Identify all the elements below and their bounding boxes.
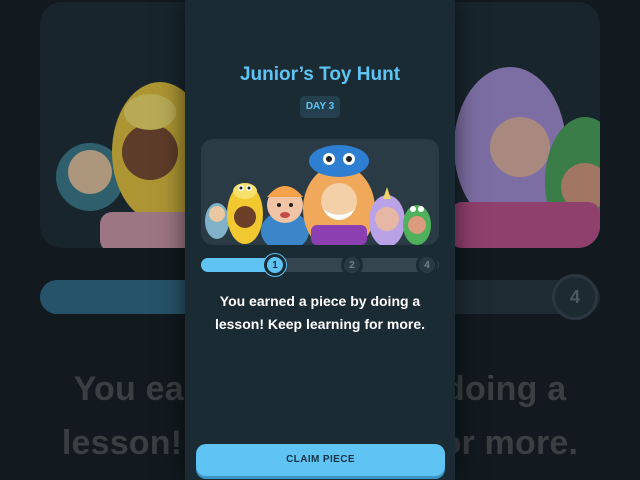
progress-fill — [201, 258, 272, 272]
reward-modal: Junior’s Toy Hunt DAY 3 1 2 4 You earned… — [185, 0, 455, 480]
reward-message-line2: lesson! Keep learning for more. — [214, 316, 426, 332]
progress-step-1: 1 — [264, 254, 286, 276]
claim-piece-button[interactable]: CLAIM PIECE — [196, 444, 445, 476]
characters-image — [205, 145, 431, 245]
day-badge: DAY 3 — [300, 96, 340, 118]
background-step-marker: 4 — [552, 274, 598, 320]
characters-illustration — [201, 139, 439, 245]
reward-message: You earned a piece by doing a lesson! Ke… — [193, 290, 447, 336]
reward-message-line1: You earned a piece by doing a — [219, 293, 421, 309]
progress-step-2: 2 — [341, 254, 363, 276]
progress-step-4: 4 — [416, 254, 438, 276]
progress-track — [201, 258, 439, 272]
page-title: Junior’s Toy Hunt — [239, 64, 401, 85]
